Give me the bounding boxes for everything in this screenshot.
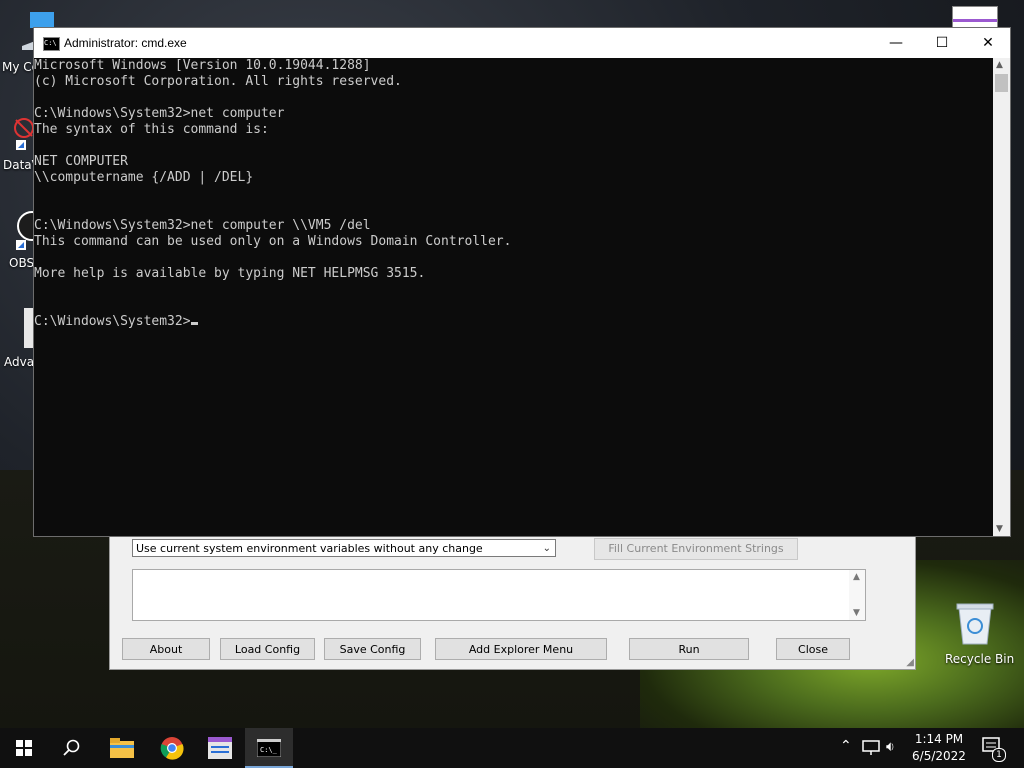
env-variables-select[interactable]: Use current system environment variables…: [132, 539, 556, 557]
tray-network[interactable]: [860, 728, 882, 768]
title-bar[interactable]: C:\ Administrator: cmd.exe — ☐ ✕: [34, 28, 1010, 58]
console-line: (c) Microsoft Corporation. All rights re…: [34, 74, 402, 89]
clock-time: 1:14 PM: [914, 732, 964, 746]
scroll-thumb[interactable]: [995, 74, 1008, 92]
console-line: C:\Windows\System32>net computer: [34, 106, 285, 121]
window-title: Administrator: cmd.exe: [64, 36, 187, 50]
console-line: More help is available by typing NET HEL…: [34, 266, 426, 281]
start-button[interactable]: [0, 728, 48, 768]
file-explorer-icon: [110, 738, 134, 758]
cmd-icon: C:\: [43, 37, 60, 51]
notifications-button[interactable]: 1: [980, 728, 1006, 768]
background-app-window: Use current system environment variables…: [109, 532, 916, 670]
taskbar-cmd[interactable]: C:\_: [245, 728, 293, 768]
chevron-down-icon: ⌄: [542, 543, 551, 554]
resize-grip-icon[interactable]: ◢: [906, 657, 914, 668]
save-config-button[interactable]: Save Config: [324, 638, 421, 660]
scroll-up-icon[interactable]: ▲: [853, 572, 860, 582]
console-line: C:\Windows\System32>net computer \\VM5 /…: [34, 218, 371, 233]
environment-text-area[interactable]: ▲ ▼: [132, 569, 866, 621]
taskbar-app-window[interactable]: [196, 728, 244, 768]
maximize-button[interactable]: ☐: [919, 28, 965, 58]
load-config-button[interactable]: Load Config: [220, 638, 315, 660]
cmd-window[interactable]: C:\ Administrator: cmd.exe — ☐ ✕ Microso…: [33, 27, 1011, 537]
taskbar-clock[interactable]: 1:14 PM 6/5/2022: [905, 731, 973, 765]
app-window-icon: [208, 737, 232, 759]
about-button[interactable]: About: [122, 638, 210, 660]
search-icon: [63, 739, 80, 756]
text-cursor: [190, 322, 198, 325]
run-button[interactable]: Run: [629, 638, 749, 660]
fill-environment-button[interactable]: Fill Current Environment Strings: [594, 538, 798, 560]
notification-count-badge: 1: [992, 748, 1006, 762]
recycle-bin-icon: [956, 603, 994, 645]
clock-date: 6/5/2022: [912, 749, 966, 763]
scroll-down-icon[interactable]: ▼: [996, 524, 1003, 534]
start-icon: [16, 740, 32, 756]
console-prompt: C:\Windows\System32>: [34, 314, 994, 330]
chrome-icon: [160, 737, 184, 760]
chevron-up-icon: ⌃: [840, 738, 852, 754]
console-output[interactable]: Microsoft Windows [Version 10.0.19044.12…: [34, 58, 994, 536]
speaker-icon: 🔉︎: [886, 739, 895, 755]
tray-volume[interactable]: 🔉︎: [884, 728, 906, 768]
console-line: The syntax of this command is:: [34, 122, 269, 137]
search-button[interactable]: [48, 728, 96, 768]
minimize-button[interactable]: —: [873, 28, 919, 58]
close-window-button[interactable]: ✕: [965, 28, 1011, 58]
scroll-up-icon[interactable]: ▲: [996, 60, 1003, 70]
console-scrollbar[interactable]: ▲ ▼: [993, 58, 1010, 536]
console-line: This command can be used only on a Windo…: [34, 234, 512, 249]
network-icon: [862, 740, 880, 755]
cmd-icon: C:\_: [257, 739, 281, 757]
scroll-down-icon[interactable]: ▼: [853, 608, 860, 618]
textarea-scrollbar[interactable]: ▲ ▼: [849, 570, 865, 620]
taskbar-chrome[interactable]: [148, 728, 196, 768]
taskbar-file-explorer[interactable]: [98, 728, 146, 768]
add-explorer-menu-button[interactable]: Add Explorer Menu: [435, 638, 607, 660]
close-button[interactable]: Close: [776, 638, 850, 660]
console-line: Microsoft Windows [Version 10.0.19044.12…: [34, 58, 371, 73]
console-line: NET COMPUTER: [34, 154, 128, 169]
tray-show-hidden[interactable]: ⌃: [838, 728, 856, 768]
console-line: \\computername {/ADD | /DEL}: [34, 170, 254, 185]
desktop-icon-recycle-bin[interactable]: Recycle Bin: [944, 602, 1014, 672]
env-select-value: Use current system environment variables…: [136, 542, 483, 555]
svg-text:C:\_: C:\_: [260, 746, 278, 754]
taskbar: C:\_ ⌃ 🔉︎ 1:14 PM 6/5/2022 1: [0, 728, 1024, 768]
